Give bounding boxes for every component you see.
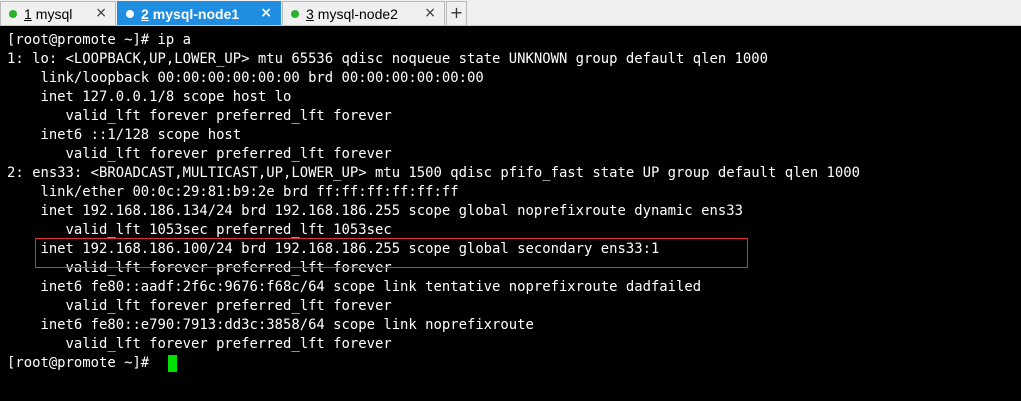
tab-mysql-node1[interactable]: 2 mysql-node1 × [117,1,281,25]
terminal-line: 1: lo: <LOOPBACK,UP,LOWER_UP> mtu 65536 … [7,51,769,67]
tab-bar: 1 mysql × 2 mysql-node1 × 3 mysql-node2 … [0,0,1021,26]
terminal-line: 2: ens33: <BROADCAST,MULTICAST,UP,LOWER_… [7,165,861,181]
session-status-dot-icon [126,9,134,18]
terminal-line: inet6 fe80::e790:7913:dd3c:3858/64 scope… [7,317,534,333]
terminal-line: inet6 fe80::aadf:2f6c:9676:f68c/64 scope… [7,279,702,295]
terminal-line: inet 192.168.186.100/24 brd 192.168.186.… [7,241,660,257]
close-icon[interactable]: × [424,5,436,21]
tab-mysql-node2[interactable]: 3 mysql-node2 × [282,1,445,25]
session-status-dot-icon [9,9,17,18]
terminal-line: inet6 ::1/128 scope host [7,127,242,143]
terminal-line: valid_lft forever preferred_lft forever [7,146,392,162]
close-icon[interactable]: × [260,5,272,21]
tab-label: mysql-node2 [317,5,398,22]
terminal-line: link/ether 00:0c:29:81:b9:2e brd ff:ff:f… [7,184,459,200]
tab-number: 1 [24,5,32,22]
terminal-line: valid_lft forever preferred_lft forever [7,336,392,352]
terminal-line: inet 192.168.186.134/24 brd 192.168.186.… [7,203,743,219]
terminal-window: 1 mysql × 2 mysql-node1 × 3 mysql-node2 … [0,0,1021,401]
tab-number: 2 [141,5,149,22]
terminal-output[interactable]: [root@promote ~]# ip a 1: lo: <LOOPBACK,… [0,31,1021,401]
terminal-line: inet 127.0.0.1/8 scope host lo [7,89,292,105]
tab-label: mysql [35,5,73,22]
terminal-line: valid_lft forever preferred_lft forever [7,298,392,314]
terminal-line: link/loopback 00:00:00:00:00:00 brd 00:0… [7,70,484,86]
terminal-line: valid_lft forever preferred_lft forever [7,108,392,124]
terminal-line: [root@promote ~]# ip a [7,32,191,48]
terminal-cursor [168,355,177,372]
add-tab-button[interactable]: + [446,1,467,25]
tab-label: mysql-node1 [152,5,240,22]
session-status-dot-icon [291,9,299,18]
terminal-prompt-line: [root@promote ~]# [7,355,158,371]
tab-mysql[interactable]: 1 mysql × [0,1,116,25]
tab-number: 3 [306,5,314,22]
terminal-line: valid_lft forever preferred_lft forever [7,260,392,276]
close-icon[interactable]: × [95,5,107,21]
terminal-line: valid_lft 1053sec preferred_lft 1053sec [7,222,392,238]
